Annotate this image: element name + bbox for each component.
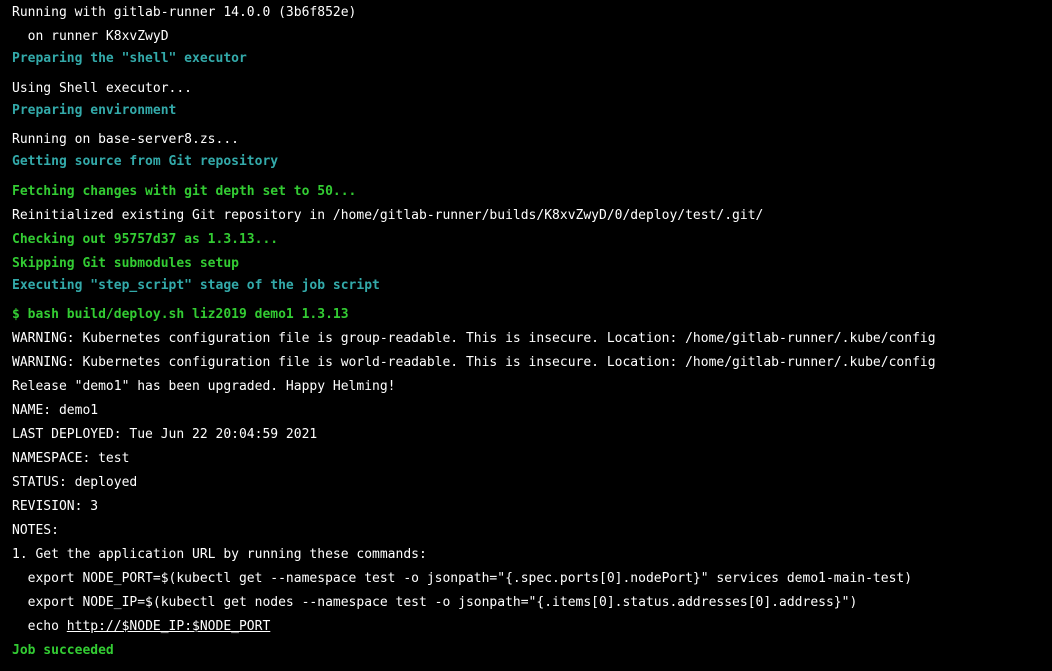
- log-line-release: Release "demo1" has been upgraded. Happy…: [12, 379, 396, 394]
- log-line-namespace: NAMESPACE: test: [12, 451, 130, 466]
- log-line-command: $ bash build/deploy.sh liz2019 demo1 1.3…: [12, 307, 349, 322]
- section-header-prepare-executor[interactable]: Preparing the "shell" executor: [12, 51, 247, 67]
- log-line-runner-id: on runner K8xvZwyD: [12, 29, 169, 44]
- echo-prefix: echo: [12, 619, 67, 634]
- log-line-reinit: Reinitialized existing Git repository in…: [12, 208, 764, 223]
- log-line-revision: REVISION: 3: [12, 499, 99, 514]
- log-line-echo: echo http://$NODE_IP:$NODE_PORT: [12, 619, 271, 635]
- echo-url-link[interactable]: http://$NODE_IP:$NODE_PORT: [67, 619, 271, 634]
- log-line-notes-1: 1. Get the application URL by running th…: [12, 547, 427, 562]
- log-line-export-port: export NODE_PORT=$(kubectl get --namespa…: [12, 571, 913, 586]
- log-line-skip-submodules: Skipping Git submodules setup: [12, 256, 239, 271]
- log-line-notes: NOTES:: [12, 523, 59, 538]
- log-line-name: NAME: demo1: [12, 403, 99, 418]
- log-line-warning-group: WARNING: Kubernetes configuration file i…: [12, 331, 936, 346]
- log-line-last-deployed: LAST DEPLOYED: Tue Jun 22 20:04:59 2021: [12, 427, 318, 442]
- log-line-status: STATUS: deployed: [12, 475, 138, 490]
- log-line-checkout: Checking out 95757d37 as 1.3.13...: [12, 232, 279, 247]
- log-line-fetching: Fetching changes with git depth set to 5…: [12, 184, 357, 199]
- log-line-using-shell: Using Shell executor...: [12, 81, 193, 96]
- section-header-prepare-env[interactable]: Preparing environment: [12, 103, 176, 119]
- log-line-running-on: Running on base-server8.zs...: [12, 132, 239, 147]
- log-line-export-ip: export NODE_IP=$(kubectl get nodes --nam…: [12, 595, 858, 610]
- section-header-get-source[interactable]: Getting source from Git repository: [12, 154, 278, 170]
- log-line-runner-version: Running with gitlab-runner 14.0.0 (3b6f8…: [12, 5, 357, 20]
- section-header-step-script[interactable]: Executing "step_script" stage of the job…: [12, 278, 380, 294]
- log-line-warning-world: WARNING: Kubernetes configuration file i…: [12, 355, 936, 370]
- job-status: Job succeeded: [12, 643, 114, 658]
